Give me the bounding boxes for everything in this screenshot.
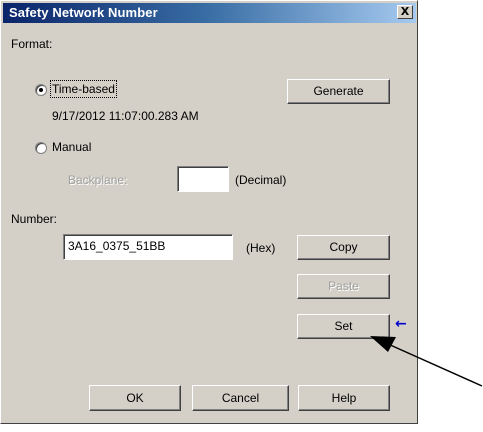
paste-button-label: Paste: [328, 279, 359, 293]
close-icon: X: [400, 5, 410, 18]
decimal-label: (Decimal): [235, 173, 287, 187]
format-label: Format:: [11, 37, 53, 51]
safety-network-number-dialog: Safety Network Number X Format: Time-bas…: [0, 0, 418, 424]
hex-label: (Hex): [246, 241, 276, 255]
time-based-radio[interactable]: [35, 84, 47, 96]
callout-arrow-head: [370, 336, 396, 352]
title-bar[interactable]: Safety Network Number X: [3, 3, 416, 23]
paste-button[interactable]: Paste: [297, 274, 390, 299]
radio-selected-dot: [39, 88, 43, 92]
timestamp-text: 9/17/2012 11:07:00.283 AM: [52, 109, 199, 123]
dialog-title: Safety Network Number: [9, 5, 158, 20]
manual-radio[interactable]: [35, 142, 47, 154]
number-label: Number:: [11, 212, 58, 226]
ok-button[interactable]: OK: [89, 385, 181, 411]
close-button[interactable]: X: [397, 5, 413, 19]
number-input[interactable]: 3A16_0375_51BB: [63, 234, 233, 260]
time-based-label[interactable]: Time-based: [50, 80, 117, 98]
generate-button[interactable]: Generate: [287, 79, 390, 104]
generate-button-label: Generate: [313, 84, 364, 98]
copy-button-label: Copy: [329, 240, 358, 254]
cancel-button[interactable]: Cancel: [192, 385, 289, 411]
backplane-label: Backplane:: [68, 173, 128, 187]
callout-arrow-line: [387, 343, 483, 387]
backplane-input[interactable]: [177, 166, 229, 192]
manual-label[interactable]: Manual: [52, 140, 91, 154]
ok-button-label: OK: [126, 391, 144, 405]
copy-button[interactable]: Copy: [297, 235, 390, 260]
help-button-label: Help: [331, 391, 357, 405]
cancel-button-label: Cancel: [221, 391, 260, 405]
callout-arrow-icon: [370, 336, 483, 387]
set-button-label: Set: [334, 319, 353, 333]
